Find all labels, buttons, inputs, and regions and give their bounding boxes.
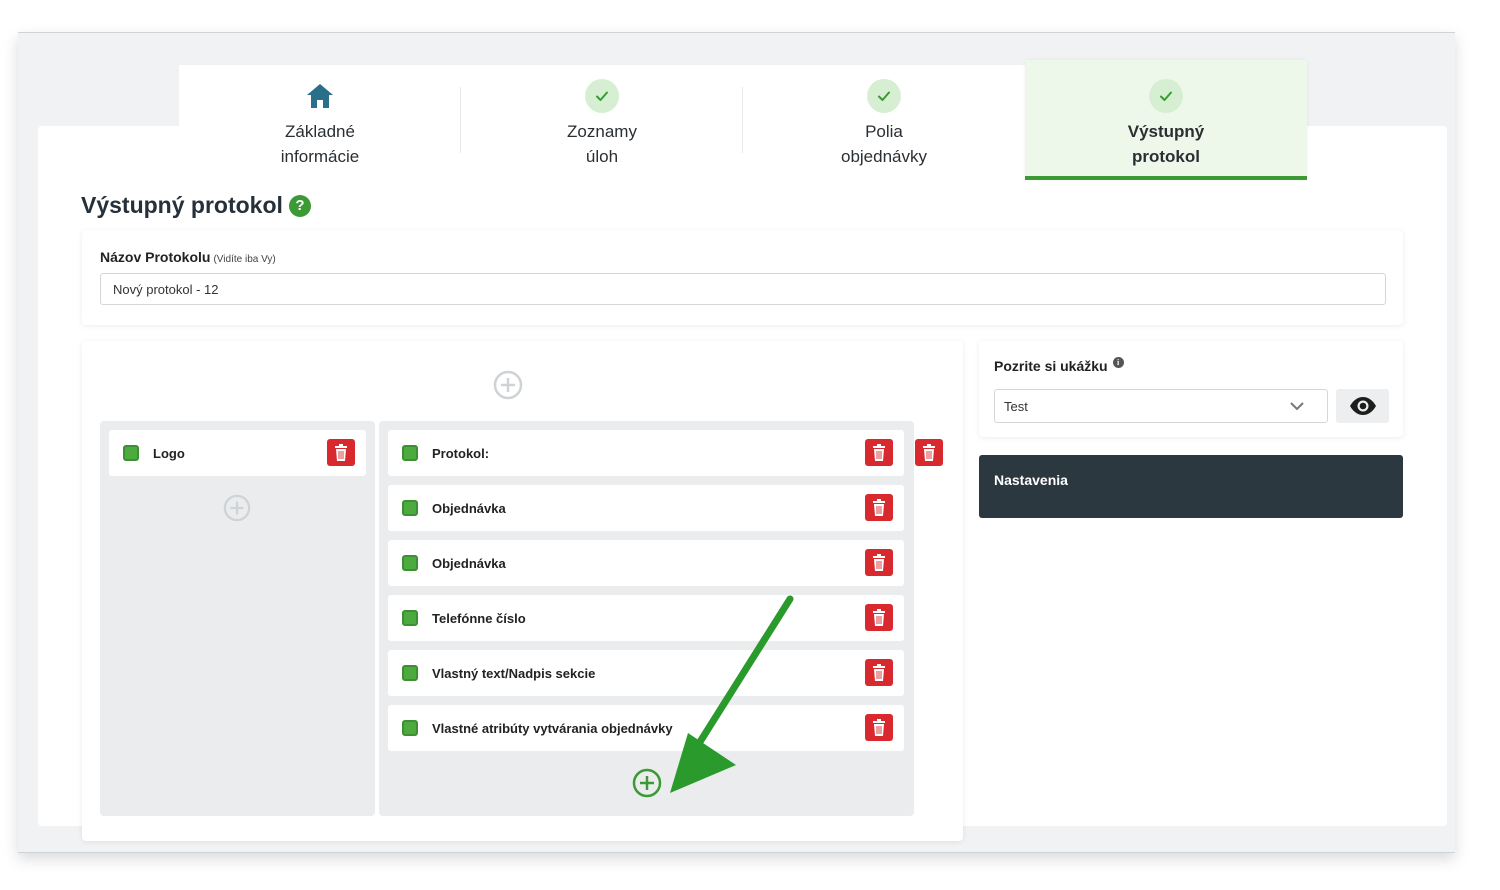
- protocol-name-input[interactable]: Nový protokol - 12: [100, 273, 1386, 305]
- tab-basic-info[interactable]: Základné informácie: [179, 65, 461, 175]
- builder-column-left: Logo: [100, 421, 375, 816]
- protocol-builder: Logo Protokol: Objednávka Objednávka Tel…: [82, 341, 963, 841]
- check-icon: [585, 79, 619, 113]
- protocol-name-label: Názov Protokolu (Vidíte iba Vy): [100, 249, 276, 265]
- tab-label: Zoznamy úloh: [567, 122, 637, 166]
- tab-output-protocol[interactable]: Výstupný protokol: [1025, 60, 1307, 180]
- tab-label: Polia objednávky: [840, 122, 927, 166]
- app-window: Základné informácie Zoznamy úloh Polia o…: [18, 32, 1455, 853]
- protocol-name-hint: (Vidíte iba Vy): [213, 254, 276, 265]
- drag-handle-icon[interactable]: [402, 720, 418, 736]
- builder-item[interactable]: Protokol:: [388, 430, 904, 476]
- preview-eye-button[interactable]: [1336, 389, 1389, 423]
- builder-item[interactable]: Telefónne číslo: [388, 595, 904, 641]
- tab-task-lists[interactable]: Zoznamy úloh: [461, 65, 743, 175]
- builder-item[interactable]: Objednávka: [388, 540, 904, 586]
- protocol-name-card: Názov Protokolu (Vidíte iba Vy) Nový prot…: [82, 230, 1403, 325]
- builder-item[interactable]: Objednávka: [388, 485, 904, 531]
- delete-icon[interactable]: [865, 494, 893, 521]
- delete-icon[interactable]: [865, 659, 893, 686]
- builder-item-label: Logo: [153, 445, 185, 461]
- wizard-tabs: Základné informácie Zoznamy úloh Polia o…: [179, 60, 1307, 180]
- add-row-icon[interactable]: [493, 370, 523, 400]
- home-icon: [303, 79, 337, 113]
- drag-handle-icon[interactable]: [402, 555, 418, 571]
- delete-icon[interactable]: [865, 714, 893, 741]
- drag-handle-icon[interactable]: [402, 500, 418, 516]
- builder-item-label: Vlastné atribúty vytvárania objednávky: [432, 720, 673, 736]
- page-title: Výstupný protokol: [81, 192, 283, 218]
- delete-icon[interactable]: [865, 439, 893, 466]
- builder-item[interactable]: Vlastný text/Nadpis sekcie: [388, 650, 904, 696]
- drag-handle-icon[interactable]: [402, 665, 418, 681]
- delete-icon[interactable]: [327, 439, 355, 466]
- settings-panel[interactable]: Nastavenia: [979, 455, 1403, 518]
- check-icon: [867, 79, 901, 113]
- builder-item[interactable]: Vlastné atribúty vytvárania objednávky: [388, 705, 904, 751]
- preview-select[interactable]: Test: [994, 389, 1328, 423]
- builder-item-label: Objednávka: [432, 555, 506, 571]
- delete-row-icon[interactable]: [915, 439, 943, 466]
- preview-label: Pozrite si ukážku i: [994, 356, 1124, 374]
- page-header: Výstupný protokol ?: [81, 192, 311, 219]
- preview-card: Pozrite si ukážku i Test: [979, 341, 1403, 437]
- drag-handle-icon[interactable]: [123, 445, 139, 461]
- tab-label: Výstupný protokol: [1127, 122, 1205, 166]
- builder-item-label: Objednávka: [432, 500, 506, 516]
- preview-select-value: Test: [1004, 398, 1028, 414]
- protocol-name-label-text: Názov Protokolu: [100, 249, 211, 265]
- tab-order-fields[interactable]: Polia objednávky: [743, 65, 1025, 175]
- add-item-icon[interactable]: [223, 494, 251, 522]
- delete-icon[interactable]: [865, 604, 893, 631]
- help-icon[interactable]: ?: [288, 194, 311, 217]
- chevron-down-icon: [1290, 402, 1304, 411]
- tab-label: Základné informácie: [280, 122, 360, 166]
- info-icon[interactable]: i: [1112, 356, 1124, 368]
- eye-icon: [1349, 397, 1376, 415]
- preview-label-text: Pozrite si ukážku: [994, 358, 1108, 374]
- add-item-icon-highlighted[interactable]: [632, 768, 662, 798]
- drag-handle-icon[interactable]: [402, 610, 418, 626]
- builder-column-right: Protokol: Objednávka Objednávka Telefónn…: [379, 421, 914, 816]
- builder-item-label: Telefónne číslo: [432, 610, 526, 626]
- builder-item-label: Protokol:: [432, 445, 490, 461]
- builder-item-label: Vlastný text/Nadpis sekcie: [432, 665, 596, 681]
- check-icon: [1149, 79, 1183, 113]
- drag-handle-icon[interactable]: [402, 445, 418, 461]
- builder-item[interactable]: Logo: [109, 430, 366, 476]
- delete-icon[interactable]: [865, 549, 893, 576]
